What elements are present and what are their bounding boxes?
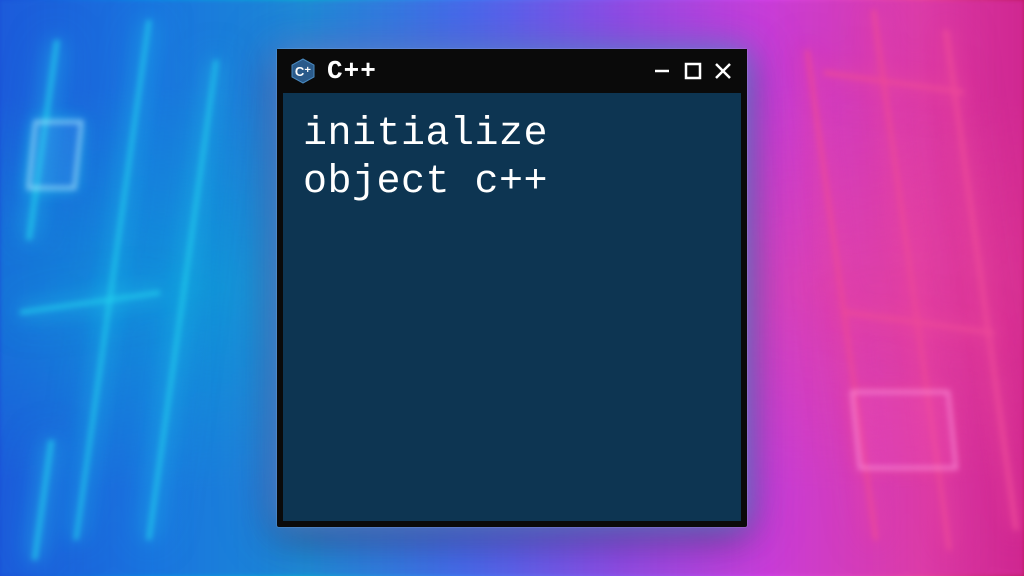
background-neon-right: [744, 0, 1024, 576]
terminal-window: C⁺ C++ initialize object c++: [277, 49, 747, 527]
window-title: C++: [327, 56, 641, 86]
terminal-body[interactable]: initialize object c++: [283, 93, 741, 521]
background-neon-left: [0, 0, 280, 576]
window-controls: [651, 59, 735, 83]
titlebar[interactable]: C⁺ C++: [277, 49, 747, 93]
svg-text:C⁺: C⁺: [295, 64, 311, 79]
close-button[interactable]: [711, 59, 735, 83]
minimize-button[interactable]: [651, 59, 675, 83]
cpp-logo-icon: C⁺: [289, 57, 317, 85]
terminal-text: initialize object c++: [303, 111, 721, 207]
maximize-button[interactable]: [681, 59, 705, 83]
